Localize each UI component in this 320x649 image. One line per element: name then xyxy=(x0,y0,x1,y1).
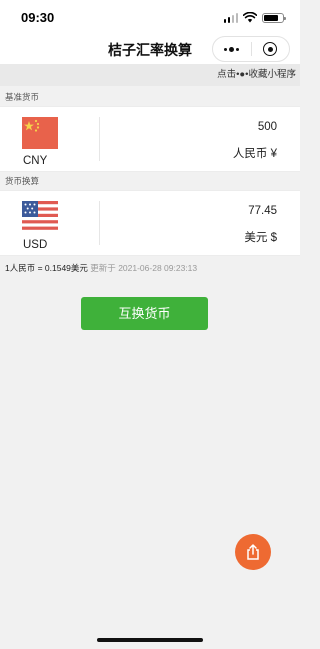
target-amount: 77.45 xyxy=(248,205,277,217)
close-target-icon xyxy=(263,42,278,56)
more-icon xyxy=(224,46,240,52)
base-currency-card[interactable]: CNY 500 人民币 ¥ xyxy=(0,106,300,172)
updated-time: 2021-06-28 09:23:13 xyxy=(118,263,198,273)
target-currency-card[interactable]: USD 77.45 美元 $ xyxy=(0,190,300,256)
exchange-rate-text: 1人民币 = 0.1549美元 xyxy=(5,263,88,273)
swap-currency-button[interactable]: 互换货币 xyxy=(81,297,208,330)
base-currency-name: 人民币 ¥ xyxy=(232,148,277,160)
battery-icon xyxy=(262,12,286,23)
close-button[interactable] xyxy=(252,37,290,61)
status-bar: 09:30 xyxy=(0,0,300,34)
status-icons xyxy=(224,12,286,23)
target-currency-code: USD xyxy=(23,239,48,251)
base-amount-input[interactable]: 500 xyxy=(258,121,277,133)
nav-bar: 桔子汇率换算 xyxy=(0,34,300,64)
share-icon xyxy=(247,544,259,560)
miniprogram-capsule xyxy=(212,36,290,62)
share-button[interactable] xyxy=(235,534,271,570)
card-divider xyxy=(99,117,100,161)
signal-icon xyxy=(224,12,238,23)
exchange-rate-info: 1人民币 = 0.1549美元 更新于 2021-06-28 09:23:13 xyxy=(5,262,197,274)
status-time: 09:30 xyxy=(21,10,55,25)
more-button[interactable] xyxy=(213,37,251,61)
base-section-label: 基准货币 xyxy=(5,92,40,102)
favorite-hint: 点击•●•收藏小程序 xyxy=(0,64,300,86)
usa-flag-icon xyxy=(22,201,58,233)
updated-label: 更新于 xyxy=(90,263,116,273)
china-flag-icon xyxy=(22,117,58,149)
home-indicator xyxy=(97,638,203,642)
target-section-label: 货币换算 xyxy=(5,176,40,186)
card-divider xyxy=(99,201,100,245)
wifi-icon xyxy=(243,12,257,23)
target-currency-name: 美元 $ xyxy=(244,232,277,244)
base-currency-code: CNY xyxy=(23,155,48,167)
